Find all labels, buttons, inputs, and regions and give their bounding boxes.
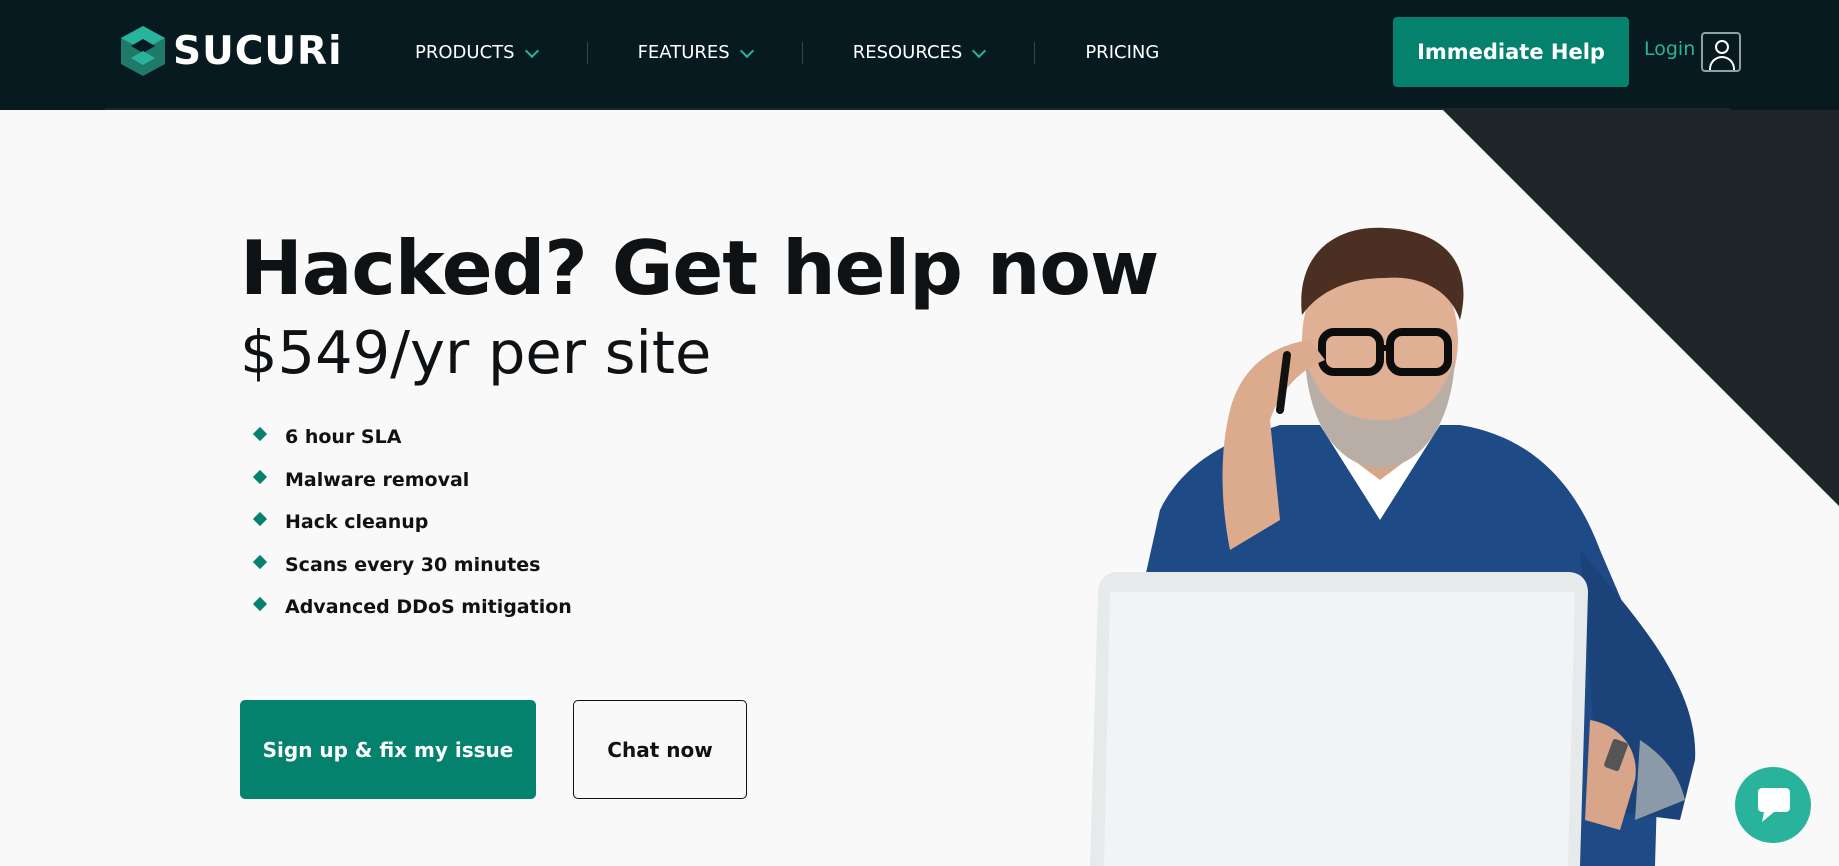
- site-header: SUCURi PRODUCTS FEATURES RESOURCES PRICI…: [0, 0, 1839, 110]
- feature-item: Scans every 30 minutes: [252, 544, 572, 587]
- feature-label: Malware removal: [285, 468, 470, 491]
- user-icon-head: [1715, 40, 1729, 54]
- main-nav: PRODUCTS FEATURES RESOURCES PRICING: [415, 0, 1159, 105]
- nav-label: PRICING: [1085, 42, 1160, 63]
- nav-item-pricing[interactable]: PRICING: [1085, 0, 1159, 105]
- immediate-help-button[interactable]: Immediate Help: [1393, 17, 1629, 87]
- user-icon-body: [1709, 56, 1735, 70]
- chat-bubble-icon: [1758, 788, 1790, 822]
- diamond-bullet-icon: [252, 427, 268, 442]
- chat-widget-button[interactable]: [1735, 767, 1811, 843]
- diamond-bullet-icon: [252, 469, 268, 484]
- nav-item-resources[interactable]: RESOURCES: [852, 0, 987, 105]
- feature-label: 6 hour SLA: [285, 426, 402, 449]
- feature-label: Advanced DDoS mitigation: [285, 596, 572, 619]
- signup-fix-button[interactable]: Sign up & fix my issue: [240, 700, 536, 799]
- chevron-down-icon: [524, 43, 539, 58]
- diamond-bullet-icon: [252, 597, 268, 612]
- hero-title: Hacked? Get help now: [240, 224, 1159, 312]
- hero-price: $549/yr per site: [240, 318, 712, 387]
- feature-list: 6 hour SLA Malware removal Hack cleanup …: [252, 416, 572, 629]
- diamond-bullet-icon: [252, 512, 268, 527]
- header-divider: [105, 108, 1730, 110]
- user-icon[interactable]: [1701, 32, 1741, 72]
- nav-label: RESOURCES: [852, 42, 963, 63]
- sucuri-logo[interactable]: SUCURi: [119, 24, 342, 78]
- nav-divider: [586, 41, 588, 64]
- nav-divider: [1034, 41, 1036, 64]
- chevron-down-icon: [739, 43, 754, 58]
- feature-item: Advanced DDoS mitigation: [252, 586, 572, 629]
- nav-label: FEATURES: [637, 42, 730, 63]
- chat-now-button[interactable]: Chat now: [573, 700, 747, 799]
- login-link[interactable]: Login: [1644, 38, 1695, 60]
- nav-label: PRODUCTS: [415, 42, 515, 63]
- logo-mark-icon: [121, 26, 165, 76]
- feature-item: 6 hour SLA: [252, 416, 572, 459]
- brand-name: SUCURi: [173, 28, 343, 74]
- feature-label: Scans every 30 minutes: [285, 553, 541, 576]
- feature-item: Malware removal: [252, 459, 572, 502]
- feature-item: Hack cleanup: [252, 501, 572, 544]
- nav-item-products[interactable]: PRODUCTS: [415, 0, 539, 105]
- chevron-down-icon: [972, 43, 987, 58]
- hero-person-illustration: [1090, 227, 1696, 866]
- nav-divider: [801, 41, 803, 64]
- feature-label: Hack cleanup: [285, 511, 429, 534]
- nav-item-features[interactable]: FEATURES: [637, 0, 754, 105]
- diamond-bullet-icon: [252, 554, 268, 569]
